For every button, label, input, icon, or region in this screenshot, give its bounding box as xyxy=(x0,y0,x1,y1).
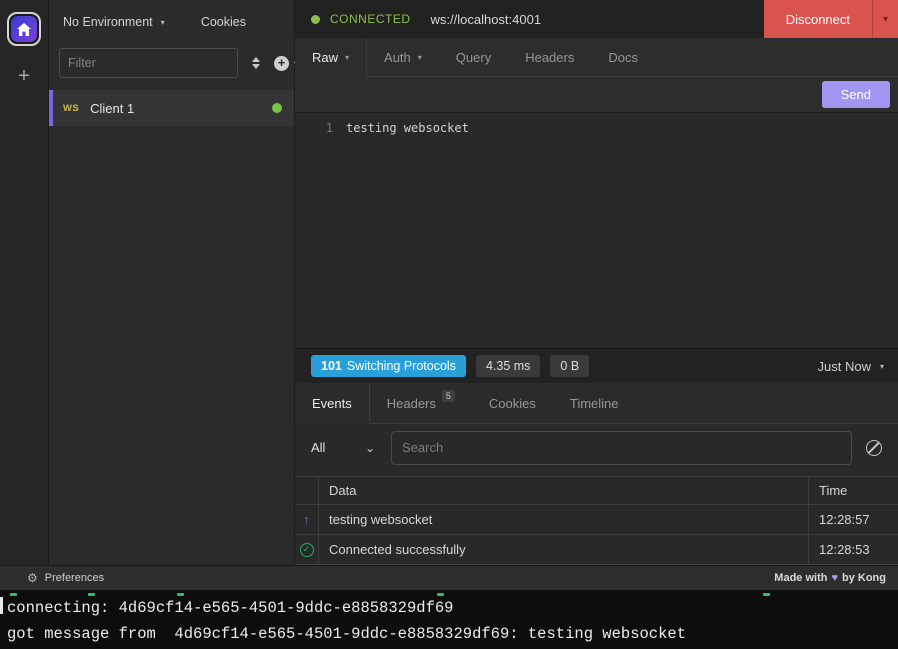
preferences-button[interactable]: ⚙ Preferences xyxy=(27,571,104,585)
events-filter-row: All ⌄ xyxy=(295,424,898,471)
filter-input[interactable] xyxy=(59,48,238,78)
event-data: testing websocket xyxy=(319,505,808,534)
table-row[interactable]: ↑ testing websocket 12:28:57 xyxy=(295,505,898,535)
message-sent-arrow-icon: ↑ xyxy=(303,512,310,527)
column-time: Time xyxy=(808,477,898,504)
sort-icon[interactable] xyxy=(250,57,262,69)
tab-headers[interactable]: Headers xyxy=(508,38,591,76)
message-editor[interactable]: 1 testing websocket xyxy=(295,113,898,348)
sidebar-item-client1[interactable]: WS Client 1 xyxy=(49,90,294,126)
cookies-button[interactable]: Cookies xyxy=(201,15,246,29)
ws-method-tag: WS xyxy=(63,103,79,114)
url-bar: CONNECTED ws://localhost:4001 Disconnect… xyxy=(295,0,898,38)
caret-down-icon: ▾ xyxy=(883,14,888,25)
app-window: + No Environment ▾ Cookies xyxy=(0,0,898,590)
status-footer: ⚙ Preferences Made with ♥ by Kong xyxy=(0,565,898,590)
response-status-bar: 101 Switching Protocols 4.35 ms 0 B Just… xyxy=(295,348,898,383)
events-search-input[interactable] xyxy=(391,431,852,465)
disconnect-button-group: Disconnect ▾ xyxy=(764,0,898,38)
terminal-clipped-text xyxy=(88,593,95,596)
connected-check-icon: ✓ xyxy=(300,543,314,557)
tab-events[interactable]: Events xyxy=(295,383,370,424)
tab-timeline[interactable]: Timeline xyxy=(553,383,636,423)
sidebar-filter-row: + ▾ xyxy=(49,44,294,90)
response-size-badge: 0 B xyxy=(550,355,589,377)
gear-icon: ⚙ xyxy=(27,571,38,585)
caret-down-icon: ▾ xyxy=(345,53,349,62)
tab-response-headers[interactable]: Headers 5 xyxy=(370,383,472,423)
response-history-dropdown[interactable]: Just Now ▾ xyxy=(818,359,884,374)
table-row[interactable]: ✓ Connected successfully 12:28:53 xyxy=(295,535,898,565)
tab-docs[interactable]: Docs xyxy=(591,38,655,76)
sidebar-header: No Environment ▾ Cookies xyxy=(49,0,294,44)
environment-label: No Environment xyxy=(63,15,153,29)
event-time: 12:28:57 xyxy=(808,505,898,534)
connection-status-dot xyxy=(272,103,282,113)
terminal-clipped-text xyxy=(763,593,770,596)
request-tabs: Raw ▾ Auth ▾ Query Headers Docs xyxy=(295,38,898,77)
events-table-header: Data Time xyxy=(295,477,898,505)
connection-status: CONNECTED xyxy=(330,12,411,26)
home-button[interactable] xyxy=(7,12,41,46)
response-tabs: Events Headers 5 Cookies Timeline xyxy=(295,383,898,424)
event-time: 12:28:53 xyxy=(808,535,898,564)
request-response-pane: CONNECTED ws://localhost:4001 Disconnect… xyxy=(295,0,898,565)
home-icon xyxy=(11,16,37,42)
tab-query[interactable]: Query xyxy=(439,38,508,76)
heart-icon: ♥ xyxy=(831,572,838,584)
disconnect-dropdown-button[interactable]: ▾ xyxy=(872,0,898,38)
send-button[interactable]: Send xyxy=(822,81,890,108)
plus-circle-icon: + xyxy=(274,56,289,71)
headers-count-badge: 5 xyxy=(442,390,455,402)
main-content: + No Environment ▾ Cookies xyxy=(0,0,898,565)
terminal-clipped-text xyxy=(177,593,184,596)
event-type-select[interactable]: All ⌄ xyxy=(311,440,377,455)
plus-icon: + xyxy=(18,65,30,87)
status-code-badge: 101 Switching Protocols xyxy=(311,355,466,377)
terminal-clipped-text xyxy=(437,593,444,596)
message-body: testing websocket xyxy=(346,121,469,135)
tab-response-cookies[interactable]: Cookies xyxy=(472,383,553,423)
websocket-url[interactable]: ws://localhost:4001 xyxy=(431,12,542,27)
tab-auth[interactable]: Auth ▾ xyxy=(367,38,439,76)
chevron-down-icon: ⌄ xyxy=(365,441,375,455)
kong-credit: Made with ♥ by Kong xyxy=(774,572,886,584)
sidebar: No Environment ▾ Cookies + ▾ xyxy=(48,0,295,565)
line-number: 1 xyxy=(295,121,333,135)
terminal[interactable]: connecting: 4d69cf14-e565-4501-9ddc-e885… xyxy=(0,590,898,649)
left-rail: + xyxy=(0,0,48,565)
events-table: Data Time ↑ testing websocket 12:28:57 xyxy=(295,476,898,565)
new-project-button[interactable]: + xyxy=(18,66,30,86)
column-data: Data xyxy=(319,477,808,504)
tab-raw[interactable]: Raw ▾ xyxy=(295,38,367,77)
terminal-line: got message from 4d69cf14-e565-4501-9ddc… xyxy=(7,625,686,643)
caret-down-icon: ▾ xyxy=(418,53,422,62)
response-time-badge: 4.35 ms xyxy=(476,355,540,377)
event-data: Connected successfully xyxy=(319,535,808,564)
caret-down-icon: ▾ xyxy=(161,18,165,27)
connected-dot-icon xyxy=(311,15,320,24)
terminal-line: connecting: 4d69cf14-e565-4501-9ddc-e885… xyxy=(7,599,453,617)
clear-events-icon[interactable] xyxy=(866,440,882,456)
request-name: Client 1 xyxy=(90,101,261,116)
terminal-clipped-text xyxy=(10,593,17,596)
send-row: Send xyxy=(295,77,898,113)
caret-down-icon: ▾ xyxy=(880,362,884,371)
disconnect-button[interactable]: Disconnect xyxy=(764,0,872,38)
environment-selector[interactable]: No Environment ▾ xyxy=(63,15,201,29)
terminal-cursor xyxy=(0,597,3,614)
insomnia-app: + No Environment ▾ Cookies xyxy=(0,0,898,649)
